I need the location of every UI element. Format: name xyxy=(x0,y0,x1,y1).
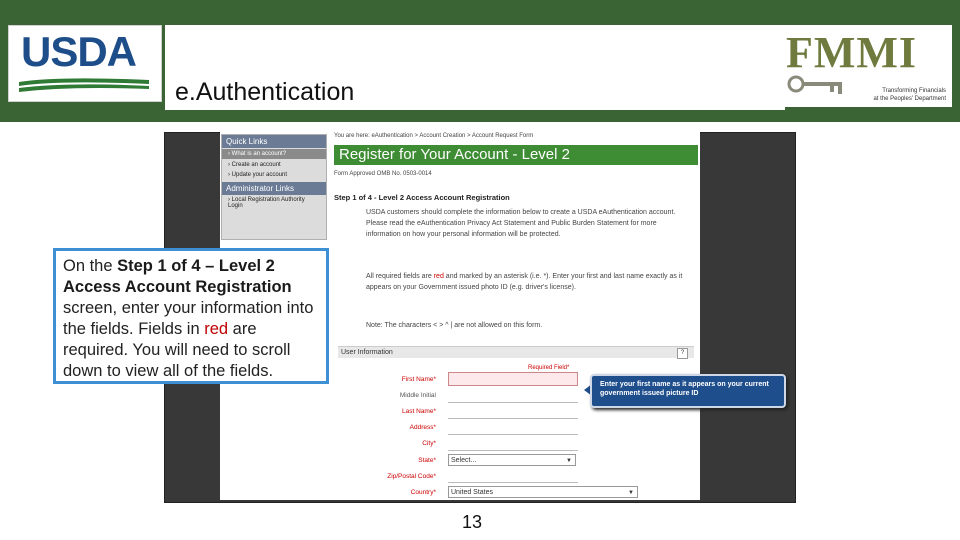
required-note-red: red xyxy=(433,273,444,280)
form-approved-text: Form Approved OMB No. 0503-0014 xyxy=(334,171,432,177)
help-icon[interactable]: ? xyxy=(677,348,688,359)
country-label: Country* xyxy=(410,489,436,496)
state-label: State* xyxy=(418,457,436,464)
city-input[interactable] xyxy=(448,450,578,451)
usda-swoosh-icon xyxy=(19,78,149,92)
sidebar-item-update-account[interactable]: › Update your account xyxy=(222,170,326,180)
usda-logo-text: USDA xyxy=(21,28,137,75)
first-name-input[interactable] xyxy=(448,372,578,386)
sidebar-item-label: Local Registration Authority Login xyxy=(228,197,305,209)
required-note: All required fields are red and marked b… xyxy=(366,271,686,293)
quick-links-title: Quick Links xyxy=(222,135,326,148)
sidebar-item-create-account[interactable]: › Create an account xyxy=(222,160,326,170)
zip-label: Zip/Postal Code* xyxy=(387,473,436,480)
admin-links-title: Administrator Links xyxy=(222,182,326,195)
callout-text-2: screen, enter your information into the … xyxy=(63,299,314,338)
header-band: USDA e.Authentication FMMI Transforming … xyxy=(0,0,960,122)
callout-red-word: red xyxy=(204,320,229,338)
sidebar-item-label: Update your account xyxy=(231,172,288,178)
required-note-part-1: All required fields are xyxy=(366,273,432,280)
register-heading: Register for Your Account - Level 2 xyxy=(334,145,698,165)
state-select[interactable]: Select... ▼ xyxy=(448,454,576,466)
step-title: Step 1 of 4 - Level 2 Access Account Reg… xyxy=(334,193,510,202)
fmmi-logo: FMMI Transforming Financials at the Peop… xyxy=(780,25,952,107)
key-emblem-icon xyxy=(787,75,842,94)
country-select[interactable]: United States ▼ xyxy=(448,486,638,498)
middle-initial-input[interactable] xyxy=(448,402,578,403)
city-label: City* xyxy=(422,440,436,447)
user-information-section: User Information ? xyxy=(338,346,694,359)
last-name-label: Last Name* xyxy=(402,408,436,415)
chevron-down-icon: ▼ xyxy=(628,490,634,496)
address-label: Address* xyxy=(409,424,436,431)
address-input[interactable] xyxy=(448,434,578,435)
sidebar-item-label: What is an account? xyxy=(231,151,287,157)
callout-text-1: On the xyxy=(63,257,118,275)
section-title: User Information xyxy=(341,349,393,356)
quick-links-sidebar: Quick Links › What is an account? › Crea… xyxy=(221,134,327,240)
instruction-callout: On the Step 1 of 4 – Level 2 Access Acco… xyxy=(53,248,329,384)
last-name-input[interactable] xyxy=(448,418,578,419)
page-title: e.Authentication xyxy=(175,78,355,106)
sidebar-item-label: Create an account xyxy=(231,162,281,168)
required-field-legend: Required Field* xyxy=(528,365,570,371)
sidebar-item-lra-login[interactable]: › Local Registration Authority Login xyxy=(222,195,326,211)
fmmi-tagline-line-1: Transforming Financials xyxy=(882,88,946,94)
state-select-value: Select... xyxy=(451,457,477,464)
first-name-label: First Name* xyxy=(401,376,436,383)
page-number: 13 xyxy=(462,512,483,532)
characters-note: Note: The characters < > ^ | are not all… xyxy=(366,322,543,329)
sidebar-item-what-is-account[interactable]: › What is an account? xyxy=(222,149,326,159)
chevron-down-icon: ▼ xyxy=(566,458,572,464)
fmmi-tagline: Transforming Financials at the Peoples' … xyxy=(873,87,946,103)
breadcrumb: You are here: eAuthentication > Account … xyxy=(334,133,534,139)
country-select-value: United States xyxy=(451,489,494,496)
intro-text: USDA customers should complete the infor… xyxy=(366,209,676,238)
first-name-tooltip: Enter your first name as it appears on y… xyxy=(590,374,786,408)
fmmi-tagline-line-2: at the Peoples' Department xyxy=(873,96,946,102)
zip-input[interactable] xyxy=(448,482,578,483)
middle-initial-label: Middle Initial xyxy=(399,392,436,399)
usda-logo: USDA xyxy=(8,25,162,102)
